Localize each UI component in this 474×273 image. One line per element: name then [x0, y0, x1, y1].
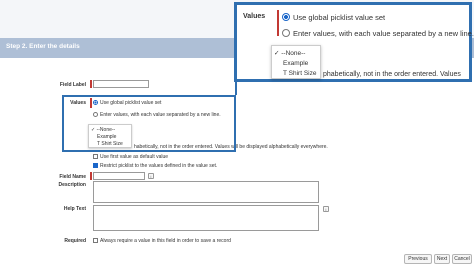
- zoom-enter-values-radio[interactable]: [282, 29, 290, 37]
- zoom-picklist-dropdown[interactable]: ✓ --None-- Example T Shirt Size: [271, 45, 321, 79]
- zoom-enter-values-label: Enter values, with each value separated …: [293, 29, 474, 38]
- zoom-alphabetical-note: phabetically, not in the order entered. …: [323, 71, 461, 78]
- zoomed-callout: Values Use global picklist value set Ent…: [234, 2, 474, 82]
- zoom-dropdown-item-tshirt[interactable]: T Shirt Size: [283, 70, 316, 77]
- required-indicator: [277, 10, 279, 36]
- zoom-global-picklist-radio[interactable]: [282, 13, 290, 21]
- zoom-dropdown-item-example[interactable]: Example: [283, 60, 308, 67]
- zoom-global-picklist-label: Use global picklist value set: [293, 13, 386, 22]
- zoom-dropdown-item-none[interactable]: ✓ --None--: [274, 49, 305, 57]
- zoom-values-label: Values: [243, 13, 266, 20]
